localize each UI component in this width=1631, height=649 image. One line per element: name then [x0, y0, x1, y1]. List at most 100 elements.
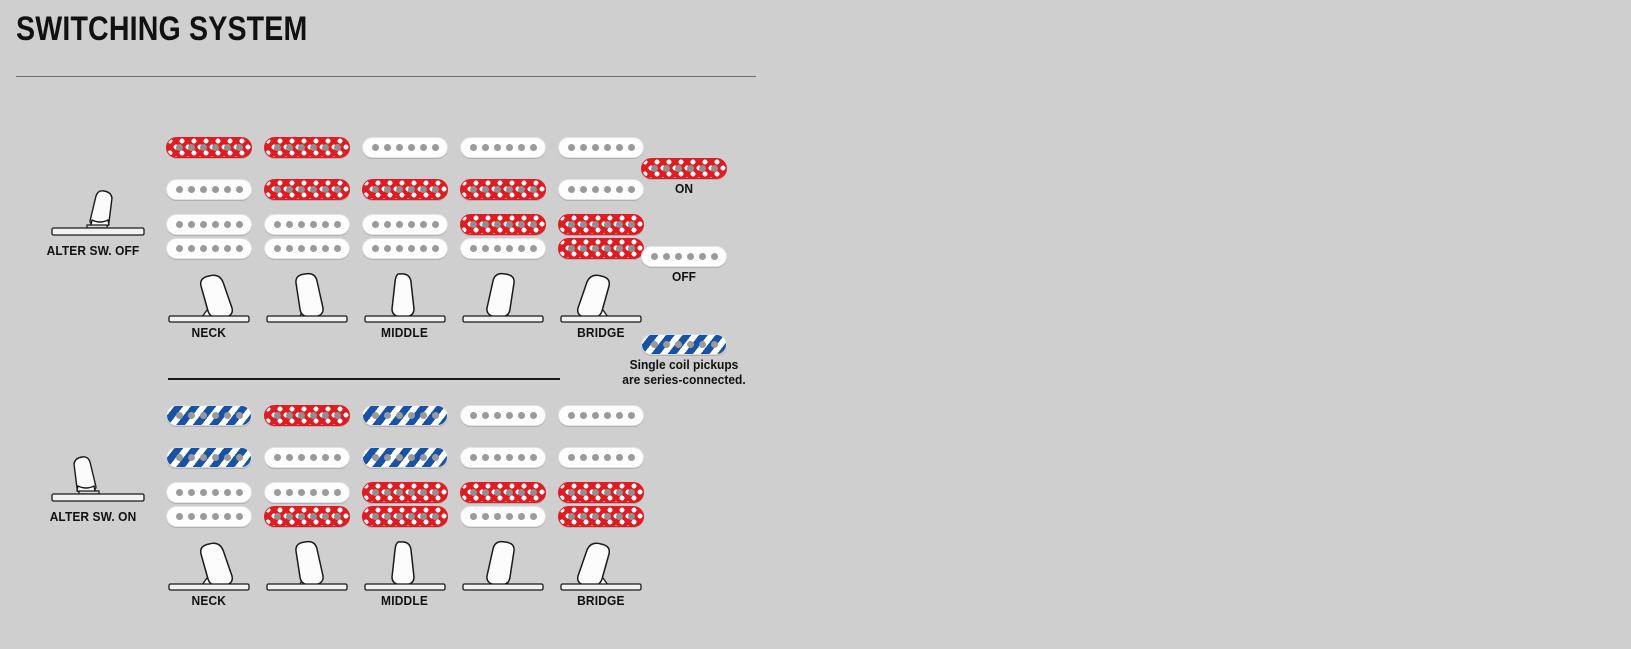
coil-blue	[166, 404, 252, 426]
humbucker-coils	[166, 213, 252, 259]
pole-piece	[686, 253, 694, 260]
selector-lever-position-2[interactable]	[261, 262, 353, 324]
humbucker-coils	[264, 213, 350, 259]
selector-lever-position-4[interactable]	[457, 262, 549, 324]
pole-piece	[395, 220, 403, 228]
pole-piece	[383, 411, 391, 419]
pole-piece	[567, 488, 575, 496]
pole-piece	[627, 411, 635, 419]
pole-piece	[371, 185, 379, 193]
coil-off	[460, 136, 546, 158]
pole-piece	[615, 488, 623, 496]
pole-piece	[567, 185, 575, 193]
pickup-column-2	[258, 394, 356, 609]
pole-piece	[481, 512, 489, 520]
coil-on	[264, 136, 350, 158]
selector-lever-position-3[interactable]	[359, 530, 451, 592]
pole-piece	[567, 411, 575, 419]
pole-piece	[333, 185, 341, 193]
selector-lever-position-3[interactable]	[359, 262, 451, 324]
pole-piece	[333, 488, 341, 496]
pole-piece	[505, 488, 513, 496]
pole-piece	[431, 220, 439, 228]
single-coil-pickup-r2-c3	[362, 436, 448, 478]
pole-piece	[321, 143, 329, 151]
pole-piece	[321, 453, 329, 461]
pole-piece	[615, 453, 623, 461]
pole-piece	[273, 453, 281, 461]
toggle-switch-on-icon	[51, 456, 145, 502]
coil-off	[264, 446, 350, 468]
pole-piece	[579, 453, 587, 461]
pole-piece	[662, 165, 670, 172]
pole-piece	[627, 512, 635, 520]
pole-piece	[591, 143, 599, 151]
pole-piece	[469, 411, 477, 419]
pole-piece	[579, 220, 587, 228]
selector-lever-position-2[interactable]	[261, 530, 353, 592]
pole-piece	[333, 512, 341, 520]
pole-piece	[529, 512, 537, 520]
pole-piece	[615, 512, 623, 520]
pole-piece	[383, 488, 391, 496]
pole-piece	[175, 244, 183, 252]
pole-piece	[371, 488, 379, 496]
pole-piece	[199, 143, 207, 151]
pole-piece	[505, 453, 513, 461]
legend-swatch-on	[641, 158, 727, 179]
coil-on	[264, 178, 350, 200]
pole-piece	[517, 488, 525, 496]
pole-piece	[407, 411, 415, 419]
pole-piece	[650, 165, 658, 172]
pole-piece	[603, 185, 611, 193]
pole-piece	[493, 244, 501, 252]
pole-piece	[517, 220, 525, 228]
pickup-matrix-alter-on: NECK MIDDLE BRIDGE	[160, 394, 650, 609]
pole-piece	[383, 244, 391, 252]
pickup-column-5: BRIDGE	[552, 394, 650, 609]
coil-upper-off	[166, 213, 252, 235]
pole-piece	[505, 411, 513, 419]
pickup-matrix-alter-off: NECK MIDDLE BRIDGE	[160, 126, 650, 341]
pole-piece	[407, 220, 415, 228]
pole-piece	[407, 512, 415, 520]
pole-piece	[419, 244, 427, 252]
legend-series-note-line2: are series-connected.	[622, 372, 746, 387]
humbucker-coils	[460, 481, 546, 527]
pole-piece	[529, 488, 537, 496]
pole-piece	[211, 512, 219, 520]
pole-piece	[419, 220, 427, 228]
pole-piece	[199, 244, 207, 252]
pole-piece	[223, 244, 231, 252]
selector-lever-position-4[interactable]	[457, 530, 549, 592]
pole-piece	[481, 185, 489, 193]
selector-lever-position-5[interactable]	[555, 530, 647, 592]
pole-piece	[199, 185, 207, 193]
selector-lever-position-1[interactable]	[163, 262, 255, 324]
pole-piece	[567, 220, 575, 228]
pole-piece	[627, 220, 635, 228]
selector-lever-position-1[interactable]	[163, 530, 255, 592]
pole-piece	[333, 244, 341, 252]
pole-piece	[505, 220, 513, 228]
pole-piece	[187, 185, 195, 193]
pole-piece	[395, 453, 403, 461]
legend-series-note: Single coil pickups are series-connected…	[607, 358, 761, 388]
pole-piece	[662, 253, 670, 260]
pole-piece	[309, 411, 317, 419]
pole-piece	[419, 185, 427, 193]
pole-piece	[297, 488, 305, 496]
pole-piece	[591, 244, 599, 252]
coil-upper-on	[362, 481, 448, 503]
pole-piece	[211, 220, 219, 228]
pole-piece	[615, 220, 623, 228]
pole-piece	[431, 185, 439, 193]
pole-piece	[175, 143, 183, 151]
alter-switch-on-label: ALTER SW. ON	[49, 509, 137, 524]
legend-swatch-off	[641, 246, 727, 267]
pole-piece	[395, 411, 403, 419]
pole-piece	[187, 512, 195, 520]
coil-off	[558, 446, 644, 468]
single-coil-pickup-r2-c5	[558, 436, 644, 478]
pole-piece	[627, 244, 635, 252]
